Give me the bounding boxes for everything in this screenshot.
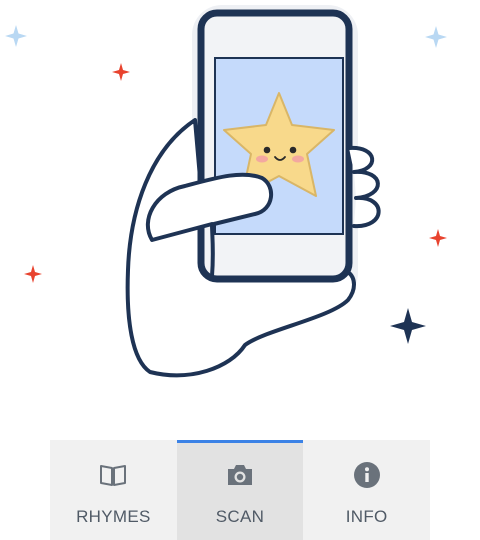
sparkle-blue-icon (425, 26, 447, 48)
info-icon (352, 460, 382, 490)
bottom-navigation: RHYMES SCAN INFO (50, 440, 430, 540)
nav-label-scan: SCAN (215, 507, 265, 526)
book-icon (98, 460, 128, 490)
nav-item-info[interactable]: INFO (303, 440, 430, 540)
sparkle-red-icon (24, 265, 42, 283)
camera-icon (225, 460, 255, 490)
sparkle-dark-icon (390, 308, 426, 344)
nav-label-rhymes: RHYMES (76, 507, 151, 526)
sparkle-red-icon (429, 229, 447, 247)
scan-illustration (5, 5, 447, 378)
nav-label-info: INFO (345, 507, 388, 526)
nav-item-rhymes[interactable]: RHYMES (50, 440, 177, 540)
sparkle-blue-icon (5, 25, 27, 47)
nav-item-scan[interactable]: SCAN (176, 440, 304, 540)
sparkle-red-icon (112, 63, 130, 81)
